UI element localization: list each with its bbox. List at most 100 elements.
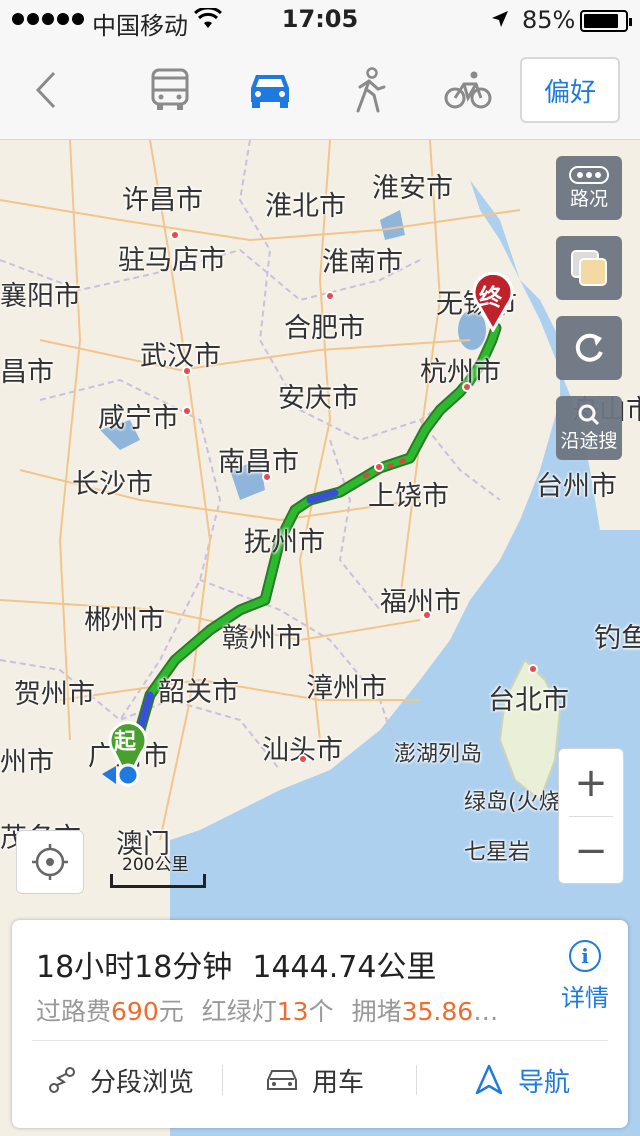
navigate-label: 导航 <box>518 1067 571 1098</box>
car-service-button[interactable]: 用车 <box>266 1041 364 1119</box>
zoom-out-button[interactable]: − <box>559 817 623 884</box>
bicycle-icon <box>444 71 492 109</box>
city-label[interactable]: 州市 <box>0 740 54 779</box>
city-label[interactable]: 淮北市 <box>265 184 346 223</box>
city-label[interactable]: 台州市 <box>536 464 617 503</box>
city-label[interactable]: 七星岩 <box>464 834 530 866</box>
bus-icon <box>151 68 189 110</box>
preferences-button[interactable]: 偏好 <box>520 57 620 123</box>
details-button[interactable]: i 详情 <box>552 940 618 1013</box>
navigation-arrow-icon <box>475 1064 503 1095</box>
refresh-icon <box>575 333 603 362</box>
city-label[interactable]: 漳州市 <box>306 666 387 705</box>
traffic-lights-unit: 个 <box>308 997 334 1026</box>
transport-mode-bar: 偏好 <box>0 40 640 140</box>
traffic-icon <box>569 165 609 184</box>
city-label[interactable]: 南昌市 <box>218 440 299 479</box>
end-pin-label: 终 <box>479 285 502 311</box>
city-label[interactable]: 绿岛(火烧 <box>464 784 561 816</box>
city-label[interactable]: 赣州市 <box>222 616 303 655</box>
traffic-label: 路况 <box>569 187 608 210</box>
current-location-icon <box>102 763 140 787</box>
map-scale: 200公里 <box>110 850 206 888</box>
crosshair-icon <box>32 844 68 880</box>
route-stats: 过路费690元 红绿灯13个 拥堵35.86… <box>36 992 498 1028</box>
action-separator <box>222 1065 223 1095</box>
city-label[interactable]: 福州市 <box>380 580 461 619</box>
city-marker <box>462 382 472 392</box>
city-label[interactable]: 淮南市 <box>322 240 403 279</box>
status-bar: 中国移动 17:05 85% <box>0 0 640 40</box>
segment-browse-button[interactable]: 分段浏览 <box>48 1041 194 1119</box>
start-pin-label: 起 <box>114 730 137 755</box>
city-label[interactable]: 驻马店市 <box>118 238 226 277</box>
city-marker <box>374 462 384 472</box>
details-label: 详情 <box>561 984 609 1012</box>
city-label[interactable]: 昌市 <box>0 350 54 389</box>
signal-strength-icon <box>12 13 84 25</box>
battery-icon <box>580 10 632 32</box>
city-marker <box>182 406 192 416</box>
toll-unit: 元 <box>158 997 184 1026</box>
city-label[interactable]: 钓鱼 <box>594 616 640 655</box>
route-summary-card[interactable]: 18小时18分钟 1444.74公里 过路费690元 红绿灯13个 拥堵35.86… … <box>12 920 628 1128</box>
city-label[interactable]: 合肥市 <box>284 306 365 345</box>
along-route-search-label: 沿途搜 <box>560 429 618 452</box>
city-label[interactable]: 襄阳市 <box>0 274 81 313</box>
traffic-lights-value: 13 <box>276 997 309 1026</box>
city-label[interactable]: 许昌市 <box>122 178 203 217</box>
tab-car[interactable] <box>246 66 294 114</box>
city-marker <box>262 472 272 482</box>
info-icon: i <box>569 940 601 972</box>
traffic-lights-label: 红绿灯 <box>201 997 277 1026</box>
city-marker <box>182 366 192 376</box>
navigate-button[interactable]: 导航 <box>474 1041 570 1119</box>
scale-label: 200公里 <box>122 855 189 875</box>
battery-percentage: 85% <box>522 6 576 34</box>
city-label[interactable]: 韶关市 <box>158 670 239 709</box>
congestion-label: 拥堵 <box>351 997 402 1026</box>
city-label[interactable]: 咸宁市 <box>98 396 179 435</box>
city-label[interactable]: 杭州市 <box>420 350 501 389</box>
city-marker <box>422 610 432 620</box>
city-label[interactable]: 台北市 <box>488 678 569 717</box>
scale-bar <box>110 874 206 888</box>
car-service-label: 用车 <box>312 1067 365 1098</box>
along-route-search-button[interactable]: 沿途搜 <box>556 396 622 460</box>
action-separator <box>416 1065 417 1095</box>
city-label[interactable]: 长沙市 <box>72 462 153 501</box>
city-label[interactable]: 抚州市 <box>244 520 325 559</box>
city-label[interactable]: 淮安市 <box>372 166 453 205</box>
magnifier-icon <box>578 404 600 425</box>
city-marker <box>325 291 335 301</box>
layers-icon <box>571 250 607 286</box>
wifi-icon <box>194 8 222 28</box>
carrier-name: 中国移动 <box>92 12 188 40</box>
back-button[interactable] <box>22 66 70 114</box>
car-outline-icon <box>267 1070 297 1090</box>
city-marker <box>170 230 180 240</box>
city-label[interactable]: 上饶市 <box>368 474 449 513</box>
tab-bike[interactable] <box>444 66 492 114</box>
toll-value: 690 <box>111 997 159 1026</box>
tab-bus[interactable] <box>146 66 194 114</box>
zoom-in-button[interactable]: + <box>559 749 623 816</box>
segment-browse-label: 分段浏览 <box>90 1067 195 1098</box>
tab-walk[interactable] <box>346 66 394 114</box>
layers-button[interactable] <box>556 236 622 300</box>
city-label[interactable]: 安庆市 <box>278 376 359 415</box>
city-label[interactable]: 郴州市 <box>84 598 165 637</box>
car-icon <box>251 75 289 108</box>
city-label[interactable]: 贺州市 <box>14 672 95 711</box>
refresh-button[interactable] <box>556 316 622 380</box>
route-summary: 18小时18分钟 1444.74公里 <box>36 942 436 986</box>
toll-label: 过路费 <box>36 997 112 1026</box>
route-distance: 1444.74公里 <box>252 950 437 985</box>
walking-icon <box>356 67 386 113</box>
city-label[interactable]: 澎湖列岛 <box>394 736 482 768</box>
route-duration: 18小时18分钟 <box>36 950 233 985</box>
city-label[interactable]: 武汉市 <box>140 334 221 373</box>
traffic-toggle-button[interactable]: 路况 <box>556 156 622 220</box>
route-segments-icon <box>49 1067 75 1093</box>
locate-me-button[interactable] <box>16 830 84 894</box>
